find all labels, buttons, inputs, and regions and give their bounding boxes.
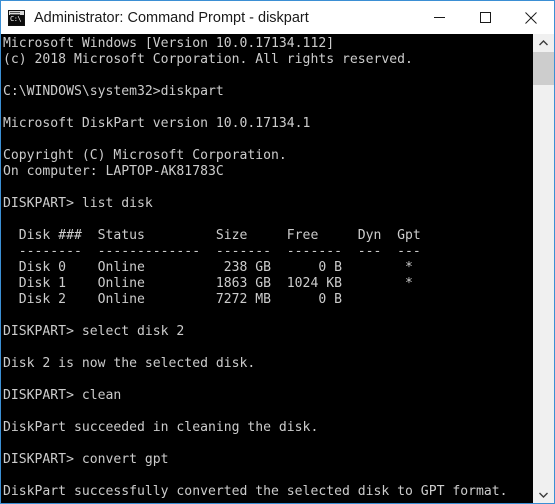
titlebar-left-group: C:\ Administrator: Command Prompt - disk… [1, 9, 416, 26]
minimize-button[interactable] [416, 1, 462, 34]
scrollbar-track[interactable] [533, 85, 554, 486]
window-titlebar[interactable]: C:\ Administrator: Command Prompt - disk… [1, 1, 554, 34]
command-prompt-icon: C:\ [8, 9, 25, 26]
scroll-down-arrow-icon[interactable] [533, 486, 554, 503]
console-output-area[interactable]: Microsoft Windows [Version 10.0.17134.11… [2, 34, 533, 503]
window-controls [416, 1, 554, 34]
command-prompt-icon-glyph: C:\ [10, 14, 22, 23]
scrollbar-thumb[interactable] [533, 52, 554, 85]
console-text: Microsoft Windows [Version 10.0.17134.11… [3, 36, 508, 499]
window-title: Administrator: Command Prompt - diskpart [34, 9, 309, 26]
vertical-scrollbar[interactable] [533, 34, 554, 503]
scroll-up-arrow-icon[interactable] [533, 34, 554, 52]
close-button[interactable] [508, 1, 554, 34]
command-prompt-window: C:\ Administrator: Command Prompt - disk… [0, 0, 555, 504]
maximize-button[interactable] [462, 1, 508, 34]
